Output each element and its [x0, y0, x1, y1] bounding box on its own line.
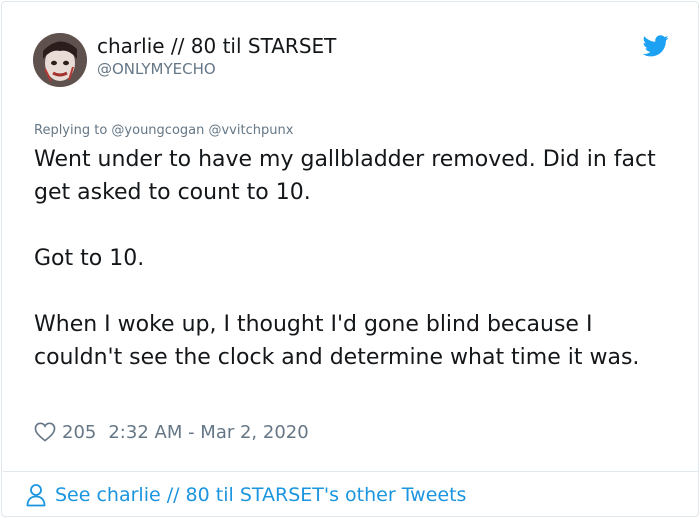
tweet-paragraph: Went under to have my gallbladder remove… — [34, 147, 656, 205]
reply-context: Replying to @youngcogan @vvitchpunx — [34, 123, 294, 138]
heart-icon[interactable] — [34, 422, 56, 442]
tweet-meta: 205 2:32 AM - Mar 2, 2020 — [34, 419, 309, 445]
twitter-bird-icon[interactable] — [642, 35, 669, 57]
avatar-image — [33, 33, 87, 87]
author-handle[interactable]: @ONLYMYECHO — [97, 60, 216, 78]
like-count[interactable]: 205 — [62, 422, 96, 443]
other-tweets-label[interactable]: See charlie // 80 til STARSET's other Tw… — [55, 484, 466, 506]
tweet-paragraph: Got to 10. — [34, 246, 145, 271]
other-tweets-link[interactable]: See charlie // 80 til STARSET's other Tw… — [26, 482, 466, 508]
author-display-name[interactable]: charlie // 80 til STARSET — [97, 34, 336, 58]
tweet-timestamp[interactable]: 2:32 AM - Mar 2, 2020 — [108, 422, 308, 443]
divider — [3, 471, 699, 472]
tweet-text: Went under to have my gallbladder remove… — [34, 143, 674, 374]
tweet-card: charlie // 80 til STARSET @ONLYMYECHO Re… — [1, 1, 699, 517]
person-icon — [26, 483, 46, 507]
avatar[interactable] — [33, 33, 87, 87]
tweet-paragraph: When I woke up, I thought I'd gone blind… — [34, 312, 640, 370]
